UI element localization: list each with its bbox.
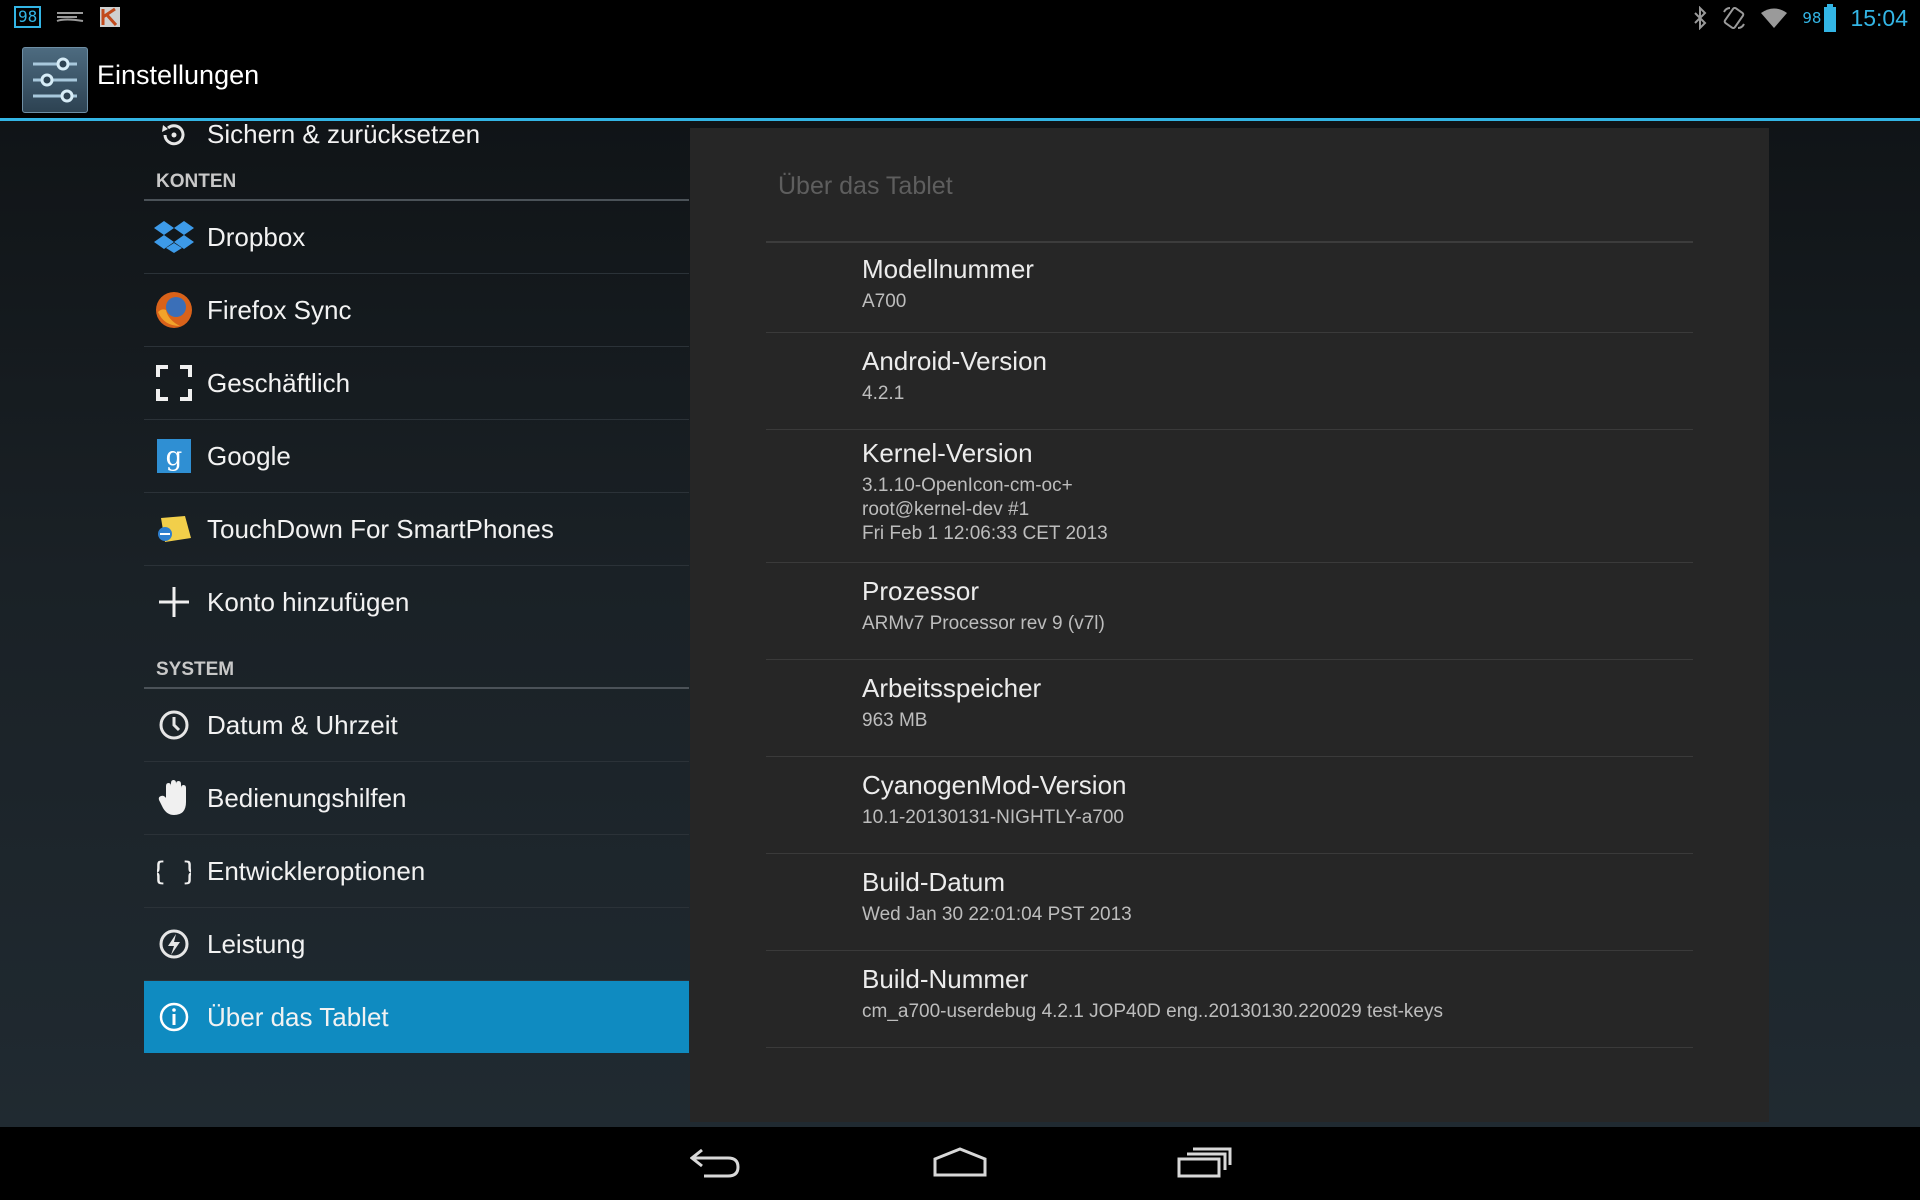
settings-sidebar: Sichern & zurücksetzen KONTEN Dropbox Fi… bbox=[144, 119, 689, 1127]
page-title[interactable]: Einstellungen bbox=[97, 60, 259, 91]
info-row-title: Arbeitsspeicher bbox=[862, 673, 1042, 703]
sidebar-item-label: Google bbox=[207, 440, 291, 471]
sidebar-item-label: Firefox Sync bbox=[207, 294, 352, 325]
sidebar-item-firefox-sync[interactable]: Firefox Sync bbox=[144, 274, 689, 347]
info-row-value: 10.1-20130131-NIGHTLY-a700 bbox=[862, 807, 1124, 828]
touchdown-icon bbox=[154, 509, 194, 549]
sidebar-item-dropbox[interactable]: Dropbox bbox=[144, 201, 689, 274]
add-icon bbox=[154, 582, 194, 622]
detail-title: Über das Tablet bbox=[778, 172, 953, 200]
section-header-system: SYSTEM bbox=[144, 651, 689, 689]
braces-icon: { } bbox=[154, 851, 194, 891]
sidebar-item-label: Entwickleroptionen bbox=[207, 855, 426, 886]
settings-app-icon[interactable] bbox=[22, 47, 88, 113]
info-row-title: Build-Nummer bbox=[862, 964, 1029, 994]
sidebar-item-label: Geschäftlich bbox=[207, 367, 351, 398]
info-row-model[interactable]: Modellnummer A700 bbox=[766, 243, 1693, 333]
info-row-processor[interactable]: Prozessor ARMv7 Processor rev 9 (v7l) bbox=[766, 563, 1693, 660]
sidebar-item-backup[interactable]: Sichern & zurücksetzen bbox=[144, 106, 689, 163]
info-row-build-number[interactable]: Build-Nummer cm_a700-userdebug 4.2.1 JOP… bbox=[766, 951, 1693, 1048]
sidebar-item-label: Dropbox bbox=[207, 221, 306, 252]
sidebar-item-accessibility[interactable]: Bedienungshilfen bbox=[144, 762, 689, 835]
home-icon[interactable] bbox=[932, 1145, 988, 1179]
settings-content: Sichern & zurücksetzen KONTEN Dropbox Fi… bbox=[0, 119, 1920, 1127]
sidebar-item-corporate[interactable]: Geschäftlich bbox=[144, 347, 689, 420]
sidebar-item-touchdown[interactable]: TouchDown For SmartPhones bbox=[144, 493, 689, 566]
rotation-lock-icon bbox=[1722, 6, 1746, 30]
info-row-value: A700 bbox=[862, 291, 907, 312]
gesture-icon[interactable] bbox=[55, 8, 85, 26]
info-row-title: Modellnummer bbox=[862, 254, 1034, 284]
notification-count-icon[interactable]: 98 bbox=[14, 6, 42, 28]
info-row-value: ARMv7 Processor rev 9 (v7l) bbox=[862, 613, 1105, 634]
backup-restore-icon bbox=[154, 115, 194, 155]
recent-apps-icon[interactable] bbox=[1176, 1145, 1232, 1179]
info-row-value: 3.1.10-OpenIcon-cm-oc+ root@kernel-dev #… bbox=[862, 475, 1108, 544]
sidebar-item-performance[interactable]: Leistung bbox=[144, 908, 689, 981]
sidebar-item-about-tablet[interactable]: Über das Tablet bbox=[144, 981, 689, 1053]
info-row-title: Kernel-Version bbox=[862, 438, 1033, 468]
google-icon: g bbox=[154, 436, 194, 476]
info-row-kernel-version[interactable]: Kernel-Version 3.1.10-OpenIcon-cm-oc+ ro… bbox=[766, 430, 1693, 563]
status-bar: 98 98 15:04 bbox=[0, 0, 1920, 38]
sidebar-item-label: Sichern & zurücksetzen bbox=[207, 119, 481, 149]
sidebar-item-label: Konto hinzufügen bbox=[207, 586, 410, 617]
svg-text:{ }: { } bbox=[157, 857, 191, 887]
info-row-value: 963 MB bbox=[862, 710, 928, 731]
clock: 15:04 bbox=[1850, 4, 1908, 31]
info-row-value: Wed Jan 30 22:01:04 PST 2013 bbox=[862, 904, 1132, 925]
sidebar-item-developer-options[interactable]: { } Entwickleroptionen bbox=[144, 835, 689, 908]
info-row-title: Build-Datum bbox=[862, 867, 1006, 897]
info-row-value: 4.2.1 bbox=[862, 383, 905, 404]
info-row-cyanogenmod-version[interactable]: CyanogenMod-Version 10.1-20130131-NIGHTL… bbox=[766, 757, 1693, 854]
clock-icon bbox=[154, 705, 194, 745]
back-icon[interactable] bbox=[690, 1145, 744, 1179]
performance-icon bbox=[154, 924, 194, 964]
battery-icon bbox=[1824, 4, 1837, 32]
sidebar-item-label: Leistung bbox=[207, 928, 306, 959]
wifi-icon bbox=[1760, 7, 1788, 29]
info-row-title: Prozessor bbox=[862, 576, 980, 606]
sidebar-item-google[interactable]: g Google bbox=[144, 420, 689, 493]
navigation-bar bbox=[0, 1127, 1920, 1200]
detail-pane: Über das Tablet Modellnummer A700 Androi… bbox=[690, 128, 1769, 1122]
firefox-icon bbox=[154, 290, 194, 330]
info-row-title: CyanogenMod-Version bbox=[862, 770, 1127, 800]
info-row-memory[interactable]: Arbeitsspeicher 963 MB bbox=[766, 660, 1693, 757]
sidebar-item-label: Bedienungshilfen bbox=[207, 782, 407, 813]
section-header-accounts: KONTEN bbox=[144, 163, 689, 201]
bluetooth-icon bbox=[1692, 6, 1708, 30]
sidebar-item-add-account[interactable]: Konto hinzufügen bbox=[144, 566, 689, 638]
dropbox-icon bbox=[154, 217, 194, 257]
info-row-build-date[interactable]: Build-Datum Wed Jan 30 22:01:04 PST 2013 bbox=[766, 854, 1693, 951]
svg-text:g: g bbox=[166, 442, 183, 472]
battery-percentage: 98 bbox=[1802, 9, 1822, 27]
kaspersky-icon[interactable] bbox=[99, 6, 121, 28]
sidebar-item-label: Datum & Uhrzeit bbox=[207, 709, 398, 740]
info-row-title: Android-Version bbox=[862, 346, 1047, 376]
info-row-android-version[interactable]: Android-Version 4.2.1 bbox=[766, 333, 1693, 430]
corporate-account-icon bbox=[154, 363, 194, 403]
sidebar-item-date-time[interactable]: Datum & Uhrzeit bbox=[144, 689, 689, 762]
sidebar-item-label: TouchDown For SmartPhones bbox=[207, 513, 554, 544]
sidebar-item-label: Über das Tablet bbox=[207, 1001, 389, 1032]
info-icon bbox=[154, 997, 194, 1037]
accessibility-hand-icon bbox=[154, 778, 194, 818]
info-row-value: cm_a700-userdebug 4.2.1 JOP40D eng..2013… bbox=[862, 1001, 1443, 1022]
